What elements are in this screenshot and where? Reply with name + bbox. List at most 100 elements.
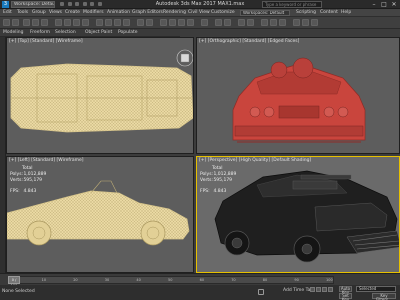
- close-button[interactable]: ✕: [390, 1, 398, 8]
- mirror-icon[interactable]: [215, 19, 222, 26]
- key-filters-button[interactable]: Key Filters...: [372, 293, 396, 300]
- workspace-selector[interactable]: Workspaces: Default: [240, 10, 290, 16]
- tab-modeling[interactable]: Modeling: [3, 30, 23, 36]
- viewcube-icon[interactable]: [7, 38, 194, 154]
- curve-editor-icon[interactable]: [261, 19, 268, 26]
- key-selection-dropdown[interactable]: Selected: [356, 286, 396, 292]
- verts-count: 595,179: [23, 178, 43, 183]
- menu-content[interactable]: Content: [320, 10, 338, 16]
- select-object-icon[interactable]: [55, 19, 62, 26]
- viewport-label[interactable]: [+] [Perspective] [High Quality] [Defaul…: [199, 158, 311, 163]
- time-tick-label: 20: [73, 278, 78, 282]
- menu-civil-view[interactable]: Civil View: [188, 10, 210, 16]
- window-crossing-icon[interactable]: [82, 19, 89, 26]
- menu-views[interactable]: Views: [49, 10, 62, 16]
- viewport-label[interactable]: [+] [Orthographic] [Standard] [Edged Fac…: [199, 39, 299, 44]
- fps-label: FPS:: [200, 189, 210, 194]
- select-by-name-icon[interactable]: [64, 19, 71, 26]
- menu-help[interactable]: Help: [341, 10, 351, 16]
- time-tick-label: 100: [326, 278, 333, 282]
- pivot-center-icon[interactable]: [146, 19, 153, 26]
- unlink-icon[interactable]: [32, 19, 39, 26]
- undo-icon[interactable]: [82, 2, 87, 6]
- menu-bar: Edit Tools Group Views Create Modifiers …: [0, 9, 400, 17]
- angle-snap-icon[interactable]: [169, 19, 176, 26]
- rotate-icon[interactable]: [105, 19, 112, 26]
- tab-populate[interactable]: Populate: [118, 30, 138, 36]
- viewport-perspective[interactable]: [+] [Perspective] [High Quality] [Defaul…: [196, 156, 400, 273]
- render-setup-icon[interactable]: [293, 19, 300, 26]
- snaps-toggle-icon[interactable]: [160, 19, 167, 26]
- project-folder-icon[interactable]: [97, 2, 102, 6]
- time-slider[interactable]: 0 / 100: [8, 276, 20, 288]
- viewport-orthographic[interactable]: [+] [Orthographic] [Standard] [Edged Fac…: [196, 37, 400, 154]
- viewport-statistics: Total Polys: 1,012,889 Verts: 595,179 FP…: [10, 166, 46, 195]
- reference-coordinate-icon[interactable]: [137, 19, 144, 26]
- play-icon[interactable]: [322, 287, 327, 292]
- selection-region-icon[interactable]: [73, 19, 80, 26]
- named-selection-sets-icon[interactable]: [201, 19, 208, 26]
- place-icon[interactable]: [123, 19, 130, 26]
- tab-object-paint[interactable]: Object Paint: [85, 30, 112, 36]
- spinner-snap-icon[interactable]: [187, 19, 194, 26]
- tab-freeform[interactable]: Freeform: [30, 30, 50, 36]
- stats-header: Total: [22, 166, 33, 171]
- rendered-frame-window-icon[interactable]: [302, 19, 309, 26]
- scene-explorer-icon[interactable]: [238, 19, 245, 26]
- menu-graph-editors[interactable]: Graph Editors: [132, 10, 163, 16]
- new-file-icon[interactable]: [60, 2, 64, 6]
- render-production-icon[interactable]: [311, 19, 318, 26]
- save-file-icon[interactable]: [75, 2, 80, 6]
- percent-snap-icon[interactable]: [178, 19, 185, 26]
- schematic-view-icon[interactable]: [270, 19, 277, 26]
- workspace-dropdown[interactable]: Workspace: Default: [11, 1, 55, 8]
- time-tick-label: 40: [136, 278, 141, 282]
- menu-tools[interactable]: Tools: [17, 10, 28, 16]
- time-tick-label: 60: [199, 278, 205, 282]
- window-controls: – □ ✕: [368, 1, 398, 8]
- undo-tool-icon[interactable]: [3, 19, 10, 26]
- auto-key-button[interactable]: Auto Key: [339, 286, 352, 295]
- menu-edit[interactable]: Edit: [3, 10, 12, 16]
- menu-rendering[interactable]: Rendering: [163, 10, 186, 16]
- search-input[interactable]: Type a keyword or phrase: [262, 1, 322, 8]
- menu-animation[interactable]: Animation: [107, 10, 130, 16]
- selection-status: None Selected: [2, 289, 35, 294]
- layer-explorer-icon[interactable]: [247, 19, 254, 26]
- open-file-icon[interactable]: [67, 2, 72, 6]
- time-tick-label: 30: [104, 278, 110, 282]
- align-icon[interactable]: [224, 19, 231, 26]
- time-tick-label: 80: [262, 278, 268, 282]
- scale-icon[interactable]: [114, 19, 121, 26]
- menu-modifiers[interactable]: Modifiers: [83, 10, 104, 16]
- menu-create[interactable]: Create: [65, 10, 80, 16]
- tab-selection[interactable]: Selection: [55, 30, 76, 36]
- verts-count: 595,179: [213, 178, 233, 183]
- selection-lock-icon[interactable]: [258, 289, 264, 295]
- go-to-start-icon[interactable]: [310, 287, 315, 292]
- viewport-label[interactable]: [+] [Left] [Standard] [Wireframe]: [9, 158, 84, 163]
- menu-scripting[interactable]: Scripting: [296, 10, 316, 16]
- status-bar: None Selected Add Time Tag Auto Key Set …: [0, 285, 400, 300]
- bind-space-warp-icon[interactable]: [41, 19, 48, 26]
- fps-value: 4.843: [23, 189, 37, 194]
- app-logo-icon[interactable]: 3: [2, 1, 9, 8]
- set-key-button[interactable]: Set Key: [339, 293, 352, 300]
- redo-tool-icon[interactable]: [12, 19, 19, 26]
- menu-group[interactable]: Group: [32, 10, 46, 16]
- time-ticks: 0102030405060708090100: [8, 276, 334, 284]
- viewport-top[interactable]: [+] [Top] [Standard] [Wireframe]: [6, 37, 194, 154]
- add-time-tag-button[interactable]: Add Time Tag: [283, 288, 313, 293]
- viewport-left[interactable]: [+] [Left] [Standard] [Wireframe] Total …: [6, 156, 194, 273]
- maximize-button[interactable]: □: [380, 1, 388, 8]
- minimize-button[interactable]: –: [370, 1, 378, 8]
- menu-customize[interactable]: Customize: [211, 10, 235, 16]
- link-icon[interactable]: [23, 19, 30, 26]
- verts-label: Verts:: [10, 178, 23, 183]
- main-toolbar: [0, 17, 400, 29]
- previous-frame-icon[interactable]: [316, 287, 321, 292]
- material-editor-icon[interactable]: [279, 19, 286, 26]
- redo-icon[interactable]: [90, 2, 95, 6]
- next-frame-icon[interactable]: [328, 287, 333, 292]
- move-icon[interactable]: [96, 19, 103, 26]
